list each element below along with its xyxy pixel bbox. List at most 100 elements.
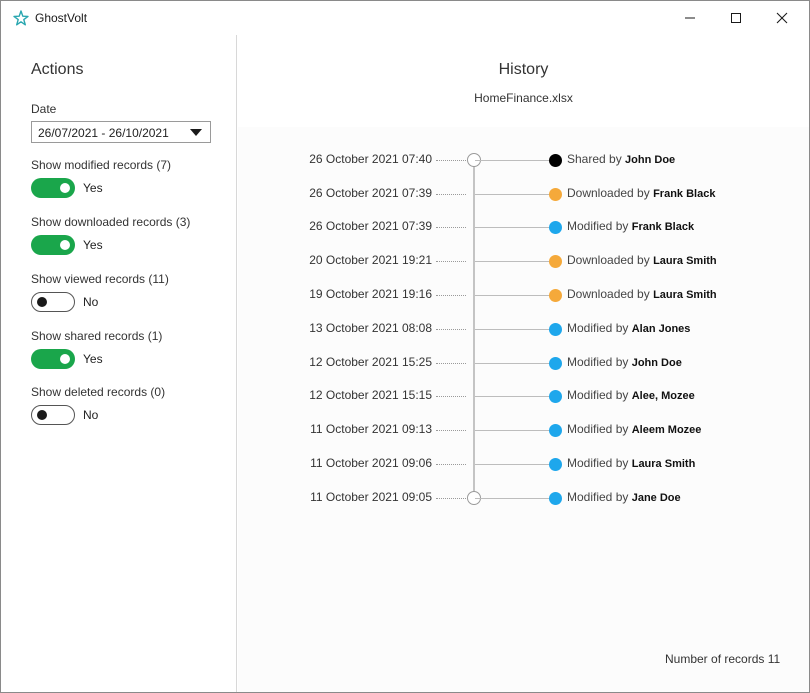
dotted-connector bbox=[436, 261, 466, 262]
toggle-downloaded-records: Show downloaded records (3) Yes bbox=[31, 215, 190, 257]
timeline-event[interactable]: 11 October 2021 09:13 Modified by Aleem … bbox=[238, 420, 809, 440]
date-range-select[interactable]: 26/07/2021 - 26/10/2021 bbox=[31, 121, 211, 143]
switch-state-text: No bbox=[83, 408, 99, 422]
event-user: John Doe bbox=[631, 357, 682, 369]
downloaded-marker-icon bbox=[549, 289, 562, 302]
switch-state-text: No bbox=[83, 295, 99, 309]
event-action: Downloaded by bbox=[567, 253, 650, 267]
event-action: Modified by bbox=[567, 422, 629, 436]
event-user: Alan Jones bbox=[631, 323, 691, 335]
maximize-icon bbox=[731, 13, 741, 23]
event-description: Shared by John Doe bbox=[567, 152, 675, 166]
event-user: John Doe bbox=[625, 154, 676, 166]
event-description: Modified by Aleem Mozee bbox=[567, 422, 701, 436]
downloaded-marker-icon bbox=[549, 255, 562, 268]
event-connector bbox=[475, 261, 550, 262]
timeline-event[interactable]: 11 October 2021 09:05 Modified by Jane D… bbox=[238, 488, 809, 508]
title-bar[interactable]: GhostVolt bbox=[1, 1, 809, 35]
event-connector bbox=[475, 430, 550, 431]
timeline-event[interactable]: 19 October 2021 19:16 Downloaded by Laur… bbox=[238, 285, 809, 305]
toggle-shared-records: Show shared records (1) Yes bbox=[31, 329, 162, 371]
event-description: Modified by Alan Jones bbox=[567, 321, 690, 335]
event-user: Laura Smith bbox=[653, 289, 717, 301]
dotted-connector bbox=[436, 396, 466, 397]
switch-knob bbox=[60, 240, 70, 250]
event-time: 11 October 2021 09:06 bbox=[310, 456, 432, 470]
timeline-event[interactable]: 20 October 2021 19:21 Downloaded by Laur… bbox=[238, 251, 809, 271]
event-description: Downloaded by Frank Black bbox=[567, 186, 715, 200]
timeline-event[interactable]: 26 October 2021 07:39 Modified by Frank … bbox=[238, 217, 809, 237]
modified-marker-icon bbox=[549, 492, 562, 505]
event-time: 11 October 2021 09:13 bbox=[310, 422, 432, 436]
event-connector bbox=[475, 498, 550, 499]
event-user: Alee, Mozee bbox=[631, 390, 695, 402]
modified-records-switch[interactable] bbox=[31, 178, 75, 198]
dotted-connector bbox=[436, 194, 466, 195]
deleted-records-switch[interactable] bbox=[31, 405, 75, 425]
toggle-label: Show deleted records (0) bbox=[31, 385, 166, 399]
dotted-connector bbox=[436, 498, 466, 499]
toggle-modified-records: Show modified records (7) Yes bbox=[31, 158, 171, 200]
event-connector bbox=[475, 160, 550, 161]
history-timeline: 26 October 2021 07:40 Shared by John Doe… bbox=[238, 35, 809, 692]
event-time: 26 October 2021 07:39 bbox=[309, 219, 432, 233]
switch-knob bbox=[60, 183, 70, 193]
event-description: Modified by Frank Black bbox=[567, 219, 694, 233]
date-label: Date bbox=[31, 102, 57, 116]
event-time: 12 October 2021 15:25 bbox=[309, 355, 432, 369]
event-time: 13 October 2021 08:08 bbox=[309, 321, 432, 335]
event-action: Modified by bbox=[567, 321, 629, 335]
timeline-event[interactable]: 26 October 2021 07:39 Downloaded by Fran… bbox=[238, 184, 809, 204]
event-action: Modified by bbox=[567, 490, 629, 504]
dotted-connector bbox=[436, 464, 466, 465]
event-user: Aleem Mozee bbox=[631, 424, 702, 436]
modified-marker-icon bbox=[549, 390, 562, 403]
date-range-value: 26/07/2021 - 26/10/2021 bbox=[38, 126, 169, 140]
event-action: Downloaded by bbox=[567, 186, 650, 200]
dotted-connector bbox=[436, 295, 466, 296]
event-time: 26 October 2021 07:39 bbox=[309, 186, 432, 200]
event-action: Modified by bbox=[567, 456, 629, 470]
timeline-event[interactable]: 13 October 2021 08:08 Modified by Alan J… bbox=[238, 319, 809, 339]
timeline-event[interactable]: 26 October 2021 07:40 Shared by John Doe bbox=[238, 150, 809, 170]
close-button[interactable] bbox=[759, 1, 805, 35]
timeline-event[interactable]: 12 October 2021 15:15 Modified by Alee, … bbox=[238, 386, 809, 406]
dotted-connector bbox=[436, 430, 466, 431]
shared-records-switch[interactable] bbox=[31, 349, 75, 369]
timeline-event[interactable]: 12 October 2021 15:25 Modified by John D… bbox=[238, 353, 809, 373]
event-time: 19 October 2021 19:16 bbox=[309, 287, 432, 301]
timeline-event[interactable]: 11 October 2021 09:06 Modified by Laura … bbox=[238, 454, 809, 474]
event-connector bbox=[475, 329, 550, 330]
minimize-button[interactable] bbox=[667, 1, 713, 35]
switch-knob bbox=[37, 297, 47, 307]
event-connector bbox=[475, 363, 550, 364]
toggle-viewed-records: Show viewed records (11) No bbox=[31, 272, 169, 314]
toggle-label: Show viewed records (11) bbox=[31, 272, 169, 286]
ghostvolt-logo-icon bbox=[13, 10, 29, 26]
toggle-label: Show modified records (7) bbox=[31, 158, 172, 172]
event-action: Shared by bbox=[567, 152, 622, 166]
event-action: Downloaded by bbox=[567, 287, 650, 301]
event-description: Modified by John Doe bbox=[567, 355, 682, 369]
modified-marker-icon bbox=[549, 221, 562, 234]
minimize-icon bbox=[685, 17, 695, 19]
modified-marker-icon bbox=[549, 458, 562, 471]
event-connector bbox=[475, 295, 550, 296]
dropdown-caret-icon bbox=[190, 129, 202, 136]
maximize-button[interactable] bbox=[713, 1, 759, 35]
event-user: Laura Smith bbox=[653, 255, 717, 267]
app-title: GhostVolt bbox=[35, 11, 88, 25]
event-user: Laura Smith bbox=[631, 458, 696, 470]
modified-marker-icon bbox=[549, 357, 562, 370]
event-time: 11 October 2021 09:05 bbox=[310, 490, 432, 504]
downloaded-records-switch[interactable] bbox=[31, 235, 75, 255]
viewed-records-switch[interactable] bbox=[31, 292, 75, 312]
event-description: Modified by Laura Smith bbox=[567, 456, 695, 470]
event-user: Jane Doe bbox=[631, 492, 681, 504]
event-connector bbox=[475, 396, 550, 397]
switch-state-text: Yes bbox=[83, 238, 103, 252]
event-description: Downloaded by Laura Smith bbox=[567, 253, 717, 267]
event-time: 26 October 2021 07:40 bbox=[309, 152, 432, 166]
event-action: Modified by bbox=[567, 219, 629, 233]
downloaded-marker-icon bbox=[549, 188, 562, 201]
